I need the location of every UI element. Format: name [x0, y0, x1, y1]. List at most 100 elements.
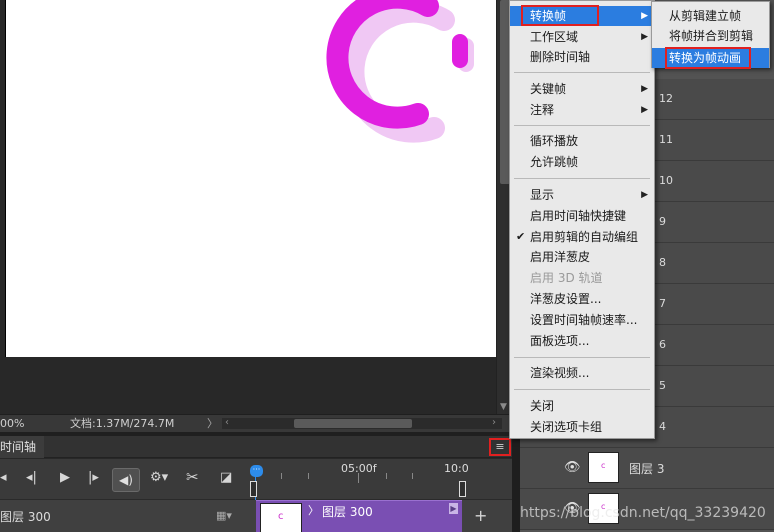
- audio-toggle-icon[interactable]: ◀): [112, 468, 140, 492]
- menu-item-render-video[interactable]: 渲染视频...: [510, 363, 654, 383]
- menu-separator: [514, 125, 650, 126]
- submenu-arrow-icon: ▶: [641, 32, 648, 42]
- status-bar: 00% 文档:1.37M/274.7M 〉 ‹ ›: [0, 414, 512, 432]
- menu-item-onion-skin[interactable]: 启用洋葱皮: [510, 247, 654, 267]
- clip-expand-icon[interactable]: 〉: [308, 502, 319, 518]
- split-scissors-icon[interactable]: ✂: [186, 468, 199, 486]
- status-menu-icon[interactable]: 〉: [207, 415, 218, 432]
- scroll-right-icon[interactable]: ›: [492, 414, 496, 431]
- menu-item-label: 启用剪辑的自动编组: [530, 230, 639, 244]
- tab-timeline[interactable]: 时间轴: [0, 436, 45, 458]
- document-size: 文档:1.37M/274.7M: [70, 417, 175, 430]
- menu-item-label: 允许跳帧: [530, 155, 579, 169]
- timeline-track: c 〉 图层 300 ▶ +: [246, 500, 512, 532]
- timeline-layer-row[interactable]: 图层 300 ▦▾: [0, 500, 246, 532]
- menu-item-make-frames-from-clips[interactable]: 从剪辑建立帧: [652, 6, 769, 26]
- first-frame-icon[interactable]: ◂: [0, 470, 7, 485]
- layer-number: 6: [659, 338, 666, 351]
- ruler-label-10s: 10:0: [444, 462, 469, 475]
- menu-item-label: 从剪辑建立帧: [669, 9, 742, 23]
- convert-frame-submenu: 从剪辑建立帧 将帧拼合到剪辑 转换为帧动画: [651, 1, 770, 69]
- layer-number: 7: [659, 297, 666, 310]
- layer-row-3[interactable]: 👁 c 图层 3: [520, 448, 774, 489]
- menu-item-label: 关闭选项卡组: [530, 420, 603, 434]
- timeline-body: ◂ ◂| ▶ |▸ ◀) ⚙▾ ✂ ◪ ··· 05:00f 10:0 图层 3…: [0, 459, 512, 532]
- ruler-tick: [308, 473, 309, 479]
- menu-item-show[interactable]: 显示 ▶: [510, 185, 654, 205]
- ruler-tick: [386, 473, 387, 479]
- layer-number: 9: [659, 215, 666, 228]
- scroll-down-icon[interactable]: ▼: [500, 402, 507, 412]
- menu-item-label: 面板选项...: [530, 334, 590, 348]
- menu-item-work-area[interactable]: 工作区域 ▶: [510, 27, 654, 47]
- timeline-clip[interactable]: c 〉 图层 300 ▶: [256, 500, 462, 532]
- menu-item-keyframes[interactable]: 关键帧 ▶: [510, 79, 654, 99]
- menu-item-panel-options[interactable]: 面板选项...: [510, 331, 654, 351]
- horizontal-scrollbar[interactable]: ‹ ›: [222, 417, 502, 429]
- layer-number: 4: [659, 420, 666, 433]
- menu-item-label: 将帧拼合到剪辑: [669, 29, 754, 43]
- ruler-tick: [358, 473, 359, 483]
- layer-number: 5: [659, 379, 666, 392]
- menu-item-label: 设置时间轴帧速率...: [530, 313, 638, 327]
- playhead-icon[interactable]: ···: [250, 465, 263, 477]
- menu-item-enable-shortcuts[interactable]: 启用时间轴快捷键: [510, 206, 654, 226]
- work-area-end-handle[interactable]: [459, 481, 466, 497]
- annotation-highlight-box: [521, 5, 599, 26]
- playback-controls: ◂ ◂| ▶ |▸ ◀) ⚙▾ ✂ ◪: [0, 459, 246, 500]
- menu-item-set-frame-rate[interactable]: 设置时间轴帧速率...: [510, 310, 654, 330]
- settings-gear-icon[interactable]: ⚙▾: [150, 470, 168, 485]
- clip-label: 图层 300: [322, 505, 373, 519]
- play-icon[interactable]: ▶: [60, 470, 70, 485]
- layer-number: 10: [659, 174, 673, 187]
- menu-item-allow-frame-skip[interactable]: 允许跳帧: [510, 152, 654, 172]
- work-area-start-handle[interactable]: [250, 481, 257, 497]
- menu-separator: [514, 72, 650, 73]
- submenu-arrow-icon: ▶: [641, 84, 648, 94]
- menu-item-label: 关闭: [530, 399, 555, 413]
- next-frame-icon[interactable]: |▸: [88, 470, 99, 485]
- menu-item-label: 显示: [530, 188, 555, 202]
- layer-thumbnail: c: [588, 452, 619, 483]
- menu-item-auto-group-clips[interactable]: ✔ 启用剪辑的自动编组: [510, 227, 654, 247]
- document-canvas[interactable]: [5, 0, 496, 357]
- layer-number: 11: [659, 133, 673, 146]
- watermark-text: https://blog.csdn.net/qq_33239420: [520, 505, 766, 521]
- hamburger-icon: ≡: [495, 440, 505, 453]
- scroll-left-icon[interactable]: ‹: [225, 414, 229, 431]
- submenu-arrow-icon: ▶: [641, 190, 648, 200]
- menu-item-enable-3d-track: 启用 3D 轨道: [510, 268, 654, 288]
- film-strip-icon[interactable]: ▦▾: [216, 509, 232, 522]
- zoom-level[interactable]: 00%: [0, 415, 24, 432]
- menu-item-comments[interactable]: 注释 ▶: [510, 100, 654, 120]
- menu-item-onion-settings[interactable]: 洋葱皮设置...: [510, 289, 654, 309]
- clip-end-icon[interactable]: ▶: [449, 503, 458, 514]
- artwork-c-shape: [326, 0, 474, 143]
- timeline-header: 时间轴 ≡: [0, 436, 512, 458]
- previous-frame-icon[interactable]: ◂|: [26, 470, 37, 485]
- menu-separator: [514, 389, 650, 390]
- menu-item-label: 渲染视频...: [530, 366, 590, 380]
- menu-item-flatten-frames-into-clips[interactable]: 将帧拼合到剪辑: [652, 26, 769, 46]
- layer-number: 8: [659, 256, 666, 269]
- time-ruler[interactable]: ··· 05:00f 10:0: [246, 459, 512, 500]
- layer-name: 图层 3: [629, 462, 665, 476]
- timeline-layer-name: 图层 300: [0, 510, 51, 524]
- menu-item-loop-playback[interactable]: 循环播放: [510, 131, 654, 151]
- menu-item-label: 循环播放: [530, 134, 579, 148]
- menu-item-close-tab-group[interactable]: 关闭选项卡组: [510, 417, 654, 437]
- menu-item-close[interactable]: 关闭: [510, 396, 654, 416]
- submenu-arrow-icon: ▶: [641, 11, 648, 21]
- menu-item-label: 关键帧: [530, 82, 567, 96]
- transition-icon[interactable]: ◪: [220, 470, 232, 485]
- add-media-icon[interactable]: +: [474, 506, 487, 525]
- submenu-arrow-icon: ▶: [641, 105, 648, 115]
- menu-item-label: 工作区域: [530, 30, 579, 44]
- visibility-eye-icon[interactable]: 👁: [564, 460, 581, 475]
- hscroll-thumb[interactable]: [294, 419, 412, 428]
- menu-item-label: 洋葱皮设置...: [530, 292, 602, 306]
- panel-menu-button[interactable]: ≡: [489, 438, 511, 456]
- menu-item-label: 启用洋葱皮: [530, 250, 591, 264]
- menu-item-label: 删除时间轴: [530, 50, 591, 64]
- menu-item-delete-timeline[interactable]: 删除时间轴: [510, 47, 654, 67]
